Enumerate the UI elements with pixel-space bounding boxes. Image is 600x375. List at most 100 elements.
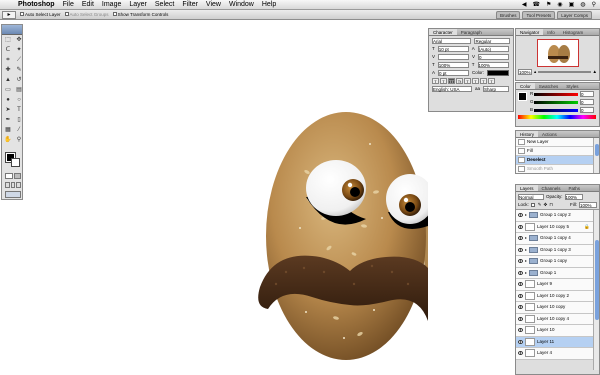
apple-menu-icon[interactable] [0, 0, 14, 9]
move-tool-icon[interactable]: ✥ [14, 36, 24, 45]
menu-view[interactable]: View [202, 0, 225, 9]
pen-tool-icon[interactable]: ✒ [3, 116, 13, 125]
layer-row-layer-11[interactable]: Layer 11 [516, 336, 593, 348]
small-caps-button[interactable]: Tt [456, 78, 463, 84]
move-tool-preset[interactable]: ▸ [2, 10, 16, 19]
color-fg-swatch[interactable] [518, 92, 527, 101]
menu-file[interactable]: File [59, 0, 78, 9]
color-ramp[interactable] [518, 115, 596, 119]
auto-select-groups[interactable]: Auto Select Groups [64, 10, 109, 20]
visibility-eye-icon[interactable] [518, 224, 523, 229]
tab-histogram[interactable]: Histogram [559, 29, 588, 35]
visibility-eye-icon[interactable] [518, 282, 523, 287]
path-select-icon[interactable]: ➤ [3, 106, 13, 115]
phone-icon[interactable]: ☎ [533, 0, 540, 9]
horizontal-scale-field[interactable]: 100% [477, 62, 509, 68]
document-canvas[interactable] [24, 22, 428, 375]
visibility-eye-icon[interactable] [518, 236, 523, 241]
expand-triangle-icon[interactable]: ▸ [525, 270, 527, 276]
tab-styles[interactable]: Styles [562, 83, 582, 89]
lock-all-icon[interactable]: ⊓ [549, 202, 553, 208]
layers-scrollbar[interactable] [593, 210, 599, 370]
tab-character[interactable]: Character [429, 29, 457, 35]
history-item[interactable]: New Layer [516, 138, 599, 147]
brush-tool-icon[interactable]: ✎ [14, 66, 24, 75]
visibility-eye-icon[interactable] [518, 213, 523, 218]
gradient-tool-icon[interactable]: ▤ [14, 86, 24, 95]
zoom-in-icon[interactable]: ▲ [593, 69, 597, 75]
menu-filter[interactable]: Filter [178, 0, 202, 9]
auto-select-layer-checkbox[interactable] [20, 12, 24, 17]
type-tool-icon[interactable]: T [14, 106, 24, 115]
back-icon[interactable]: ◀ [522, 0, 527, 9]
jump-to-imageready-icon[interactable] [5, 191, 21, 198]
tab-navigator[interactable]: Navigator [516, 29, 544, 35]
lock-paint-icon[interactable]: ✎ [538, 202, 542, 208]
expand-triangle-icon[interactable]: ▸ [525, 258, 527, 264]
blend-mode-select[interactable]: Normal [518, 193, 544, 200]
visibility-eye-icon[interactable] [518, 316, 523, 321]
auto-select-layer[interactable]: Auto Select Layer [20, 10, 61, 20]
tab-brushes[interactable]: Brushes [495, 10, 521, 19]
tab-channels[interactable]: Channels [538, 185, 565, 191]
tab-paths[interactable]: Paths [565, 185, 585, 191]
tab-info[interactable]: Info [543, 29, 559, 35]
all-caps-button[interactable]: TT [448, 78, 455, 84]
tab-actions[interactable]: Actions [538, 131, 561, 137]
standard-mode-icon[interactable] [5, 173, 13, 179]
blur-tool-icon[interactable]: ● [3, 96, 13, 105]
layers-scroll-thumb[interactable] [595, 240, 599, 320]
layer-row-layer-10-copy-5[interactable]: Layer 10 copy 5 🔒 [516, 221, 593, 233]
language-select[interactable]: English: USA [432, 86, 472, 92]
stamp-tool-icon[interactable]: ▲ [3, 76, 13, 85]
screen-mode-3-icon[interactable] [16, 182, 22, 188]
tracking-field[interactable]: 0 [478, 54, 510, 60]
font-style-field[interactable]: Regular [474, 38, 510, 44]
layer-row-layer-9[interactable]: Layer 9 [516, 279, 593, 291]
layer-row-layer-10-copy-2[interactable]: Layer 10 copy 2 [516, 290, 593, 302]
tab-layers[interactable]: Layers [516, 185, 538, 191]
layer-row-group-1-copy-2[interactable]: ▸ Group 1 copy 2 [516, 210, 593, 222]
menu-help[interactable]: Help [258, 0, 280, 9]
healing-brush-icon[interactable]: ✚ [3, 66, 13, 75]
strikethrough-button[interactable]: T [488, 78, 495, 84]
layer-row-layer-10[interactable]: Layer 10 [516, 325, 593, 337]
opacity-field[interactable]: 100% [564, 193, 583, 200]
blue-slider[interactable] [534, 109, 578, 112]
menu-layer[interactable]: Layer [125, 0, 151, 9]
lasso-tool-icon[interactable]: ᑕ [3, 46, 13, 55]
zoom-slider[interactable] [538, 71, 591, 73]
eraser-tool-icon[interactable]: ▭ [3, 86, 13, 95]
history-item-current[interactable]: Deselect [516, 156, 599, 165]
baseline-field[interactable]: 0 pt [438, 70, 470, 76]
lock-transparency-icon[interactable] [530, 203, 535, 207]
screen-mode-1-icon[interactable] [5, 182, 10, 188]
menu-edit[interactable]: Edit [78, 0, 98, 9]
visibility-eye-icon[interactable] [518, 247, 523, 252]
superscript-button[interactable]: T [464, 78, 471, 84]
red-slider[interactable] [534, 93, 578, 96]
flag-icon[interactable]: ⚑ [546, 0, 551, 9]
expand-triangle-icon[interactable]: ▸ [525, 212, 527, 218]
magic-wand-icon[interactable]: ✦ [14, 46, 24, 55]
layer-row-layer-10-copy-4[interactable]: Layer 10 copy 4 [516, 313, 593, 325]
font-family-field[interactable]: Arial [432, 38, 472, 44]
crop-tool-icon[interactable]: ⌗ [3, 56, 13, 65]
shape-tool-icon[interactable]: ▯ [14, 116, 24, 125]
show-transform-checkbox[interactable] [112, 12, 117, 17]
fill-field[interactable]: 100% [579, 202, 597, 208]
tab-swatches[interactable]: Swatches [535, 83, 563, 89]
tab-color[interactable]: Color [516, 83, 535, 89]
tab-tool-presets[interactable]: Tool Presets [522, 10, 556, 19]
kerning-field[interactable] [438, 54, 470, 60]
visibility-eye-icon[interactable] [518, 351, 523, 356]
screen-mode-2-icon[interactable] [10, 182, 16, 188]
visibility-eye-icon[interactable] [518, 328, 523, 333]
layer-row-group-1-copy[interactable]: ▸ Group 1 copy [516, 256, 593, 268]
history-brush-icon[interactable]: ↺ [14, 76, 24, 85]
blue-field[interactable]: 0 [580, 107, 594, 113]
volume-icon[interactable]: ◍ [580, 0, 585, 9]
visibility-eye-icon[interactable] [518, 270, 523, 275]
hand-tool-icon[interactable]: ✋ [3, 136, 13, 145]
quickmask-mode-icon[interactable] [13, 173, 21, 179]
